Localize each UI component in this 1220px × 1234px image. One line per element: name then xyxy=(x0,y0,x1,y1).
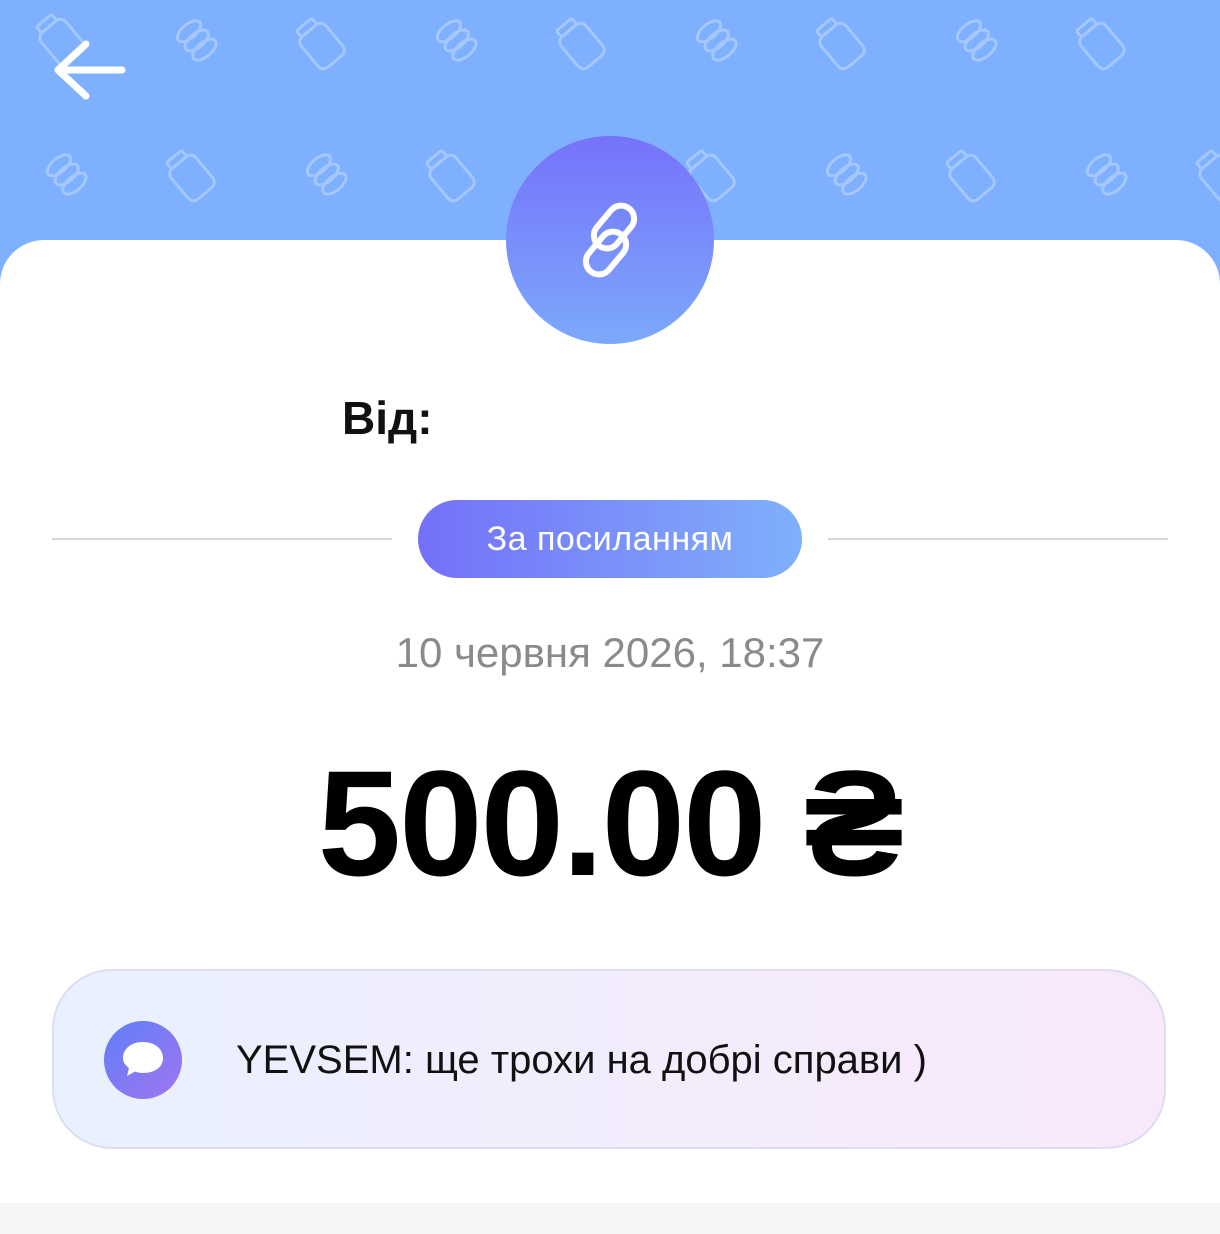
link-icon xyxy=(582,202,638,278)
divider-left xyxy=(52,538,392,540)
transfer-type-badge: За посиланням xyxy=(418,500,802,578)
transaction-date: 10 червня 2026, 18:37 xyxy=(395,629,825,676)
sender-label: Від: xyxy=(342,392,433,444)
transaction-amount: 500.00 ₴ xyxy=(317,739,905,907)
back-button[interactable] xyxy=(44,32,134,112)
bottom-strip xyxy=(0,1203,1220,1234)
comment-box: YEVSEM: ще трохи на добрі справи ) xyxy=(52,969,1166,1149)
comment-text: YEVSEM: ще трохи на добрі справи ) xyxy=(236,1038,927,1082)
chat-bubble-icon xyxy=(104,1021,182,1099)
divider-right xyxy=(828,538,1168,540)
arrow-left-icon xyxy=(54,40,126,100)
transfer-avatar xyxy=(506,136,714,344)
chat-bubble-glyph xyxy=(123,1042,163,1076)
